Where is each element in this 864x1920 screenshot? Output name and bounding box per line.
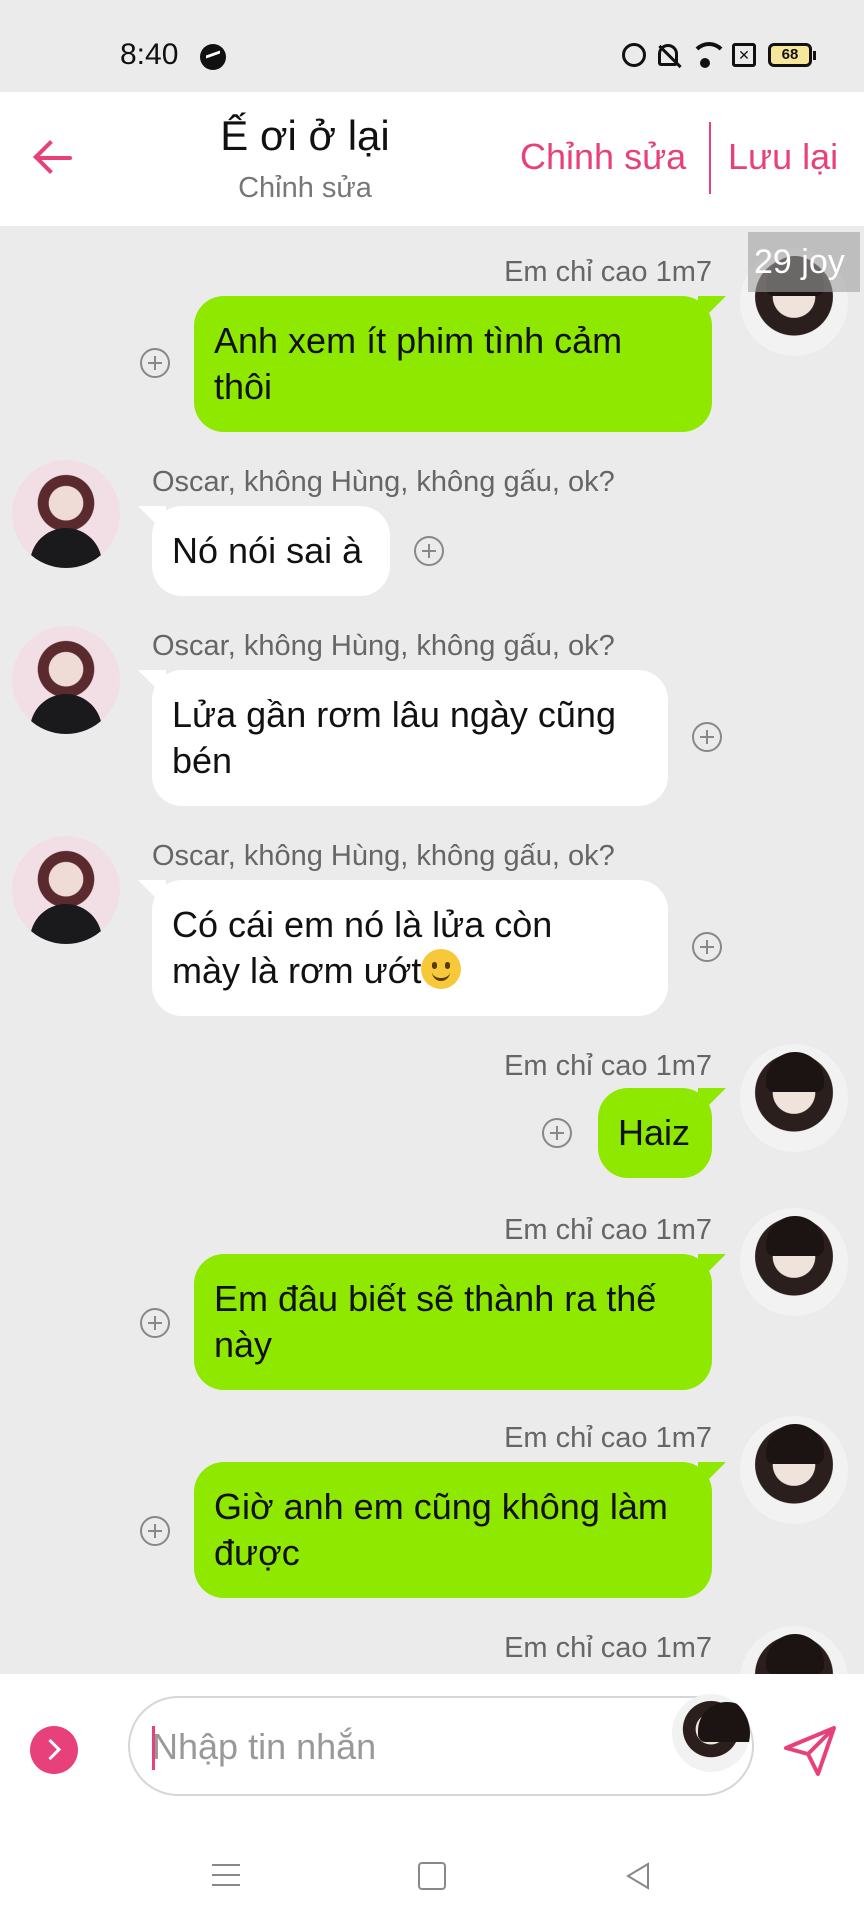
message-input[interactable] (152, 1722, 632, 1772)
message-bubble[interactable]: Nó nói sai à (152, 506, 390, 596)
status-time: 8:40 (120, 38, 179, 71)
save-button[interactable]: Lưu lại (728, 136, 838, 178)
avatar[interactable] (12, 460, 120, 568)
message-bubble[interactable]: Em đâu biết sẽ thành ra thế này (194, 1254, 712, 1390)
system-nav-bar (0, 1820, 864, 1920)
message-sender: Em chỉ cao 1m7 (504, 1422, 712, 1454)
battery-icon: 68 (768, 43, 816, 67)
alarm-icon (622, 43, 646, 67)
message-sender: Oscar, không Hùng, không gấu, ok? (152, 840, 615, 872)
persona-avatar[interactable] (672, 1694, 750, 1772)
back-triangle-icon[interactable] (624, 1862, 652, 1890)
text-caret (152, 1726, 155, 1770)
add-reaction-icon[interactable] (414, 536, 444, 566)
add-reaction-icon[interactable] (140, 1516, 170, 1546)
add-reaction-icon[interactable] (140, 1308, 170, 1338)
add-reaction-icon[interactable] (542, 1118, 572, 1148)
home-icon[interactable] (418, 1862, 446, 1890)
message-bubble[interactable]: Giờ anh em cũng không làm được (194, 1462, 712, 1598)
menu-icon[interactable] (212, 1864, 240, 1886)
message-sender: Em chỉ cao 1m7 (504, 1214, 712, 1246)
date-badge: 29 joy (748, 232, 860, 292)
chat-header: Ế ơi ở lại Chỉnh sửa Chỉnh sửa Lưu lại (0, 92, 864, 226)
send-icon[interactable] (782, 1722, 838, 1778)
add-reaction-icon[interactable] (140, 348, 170, 378)
add-reaction-icon[interactable] (692, 932, 722, 962)
message-bubble[interactable]: Có cái em nó là lửa còn mày là rơm ướt (152, 880, 668, 1016)
chat-title: Ế ơi ở lại (220, 112, 390, 159)
message-sender: Em chỉ cao 1m7 (504, 1050, 712, 1082)
slightly-smiling-face-icon (421, 949, 462, 989)
message-bubble[interactable]: Anh xem ít phim tình cảm thôi (194, 296, 712, 432)
back-arrow-icon[interactable] (32, 136, 76, 180)
expand-tools-icon[interactable] (30, 1726, 78, 1774)
message-sender: Oscar, không Hùng, không gấu, ok? (152, 466, 615, 498)
message-text: Có cái em nó là lửa còn mày là rơm ướt (172, 904, 553, 991)
add-reaction-icon[interactable] (692, 722, 722, 752)
avatar[interactable] (12, 626, 120, 734)
message-sender: Oscar, không Hùng, không gấu, ok? (152, 630, 615, 662)
message-bubble[interactable]: Lửa gần rơm lâu ngày cũng bén (152, 670, 668, 806)
header-divider (709, 122, 711, 194)
message-input-box[interactable] (128, 1696, 754, 1796)
avatar[interactable] (740, 1208, 848, 1316)
status-bar: 8:40 ✕ 68 (0, 0, 864, 92)
bell-off-icon (658, 44, 678, 66)
avatar[interactable] (740, 1626, 848, 1674)
wifi-icon (690, 42, 728, 68)
chat-subtitle: Chỉnh sửa (238, 172, 372, 204)
avatar[interactable] (740, 1044, 848, 1152)
no-sim-icon: ✕ (732, 43, 756, 67)
status-icons: ✕ 68 (622, 42, 816, 68)
message-sender: Em chỉ cao 1m7 (504, 256, 712, 288)
avatar[interactable] (740, 1416, 848, 1524)
message-sender: Em chỉ cao 1m7 (504, 1632, 712, 1664)
chat-messages[interactable]: Em chỉ cao 1m7 Anh xem ít phim tình cảm … (0, 226, 864, 1674)
message-bubble[interactable]: Haiz (598, 1088, 712, 1178)
avatar[interactable] (12, 836, 120, 944)
messenger-notification-icon (200, 44, 226, 70)
edit-button[interactable]: Chỉnh sửa (520, 136, 686, 178)
